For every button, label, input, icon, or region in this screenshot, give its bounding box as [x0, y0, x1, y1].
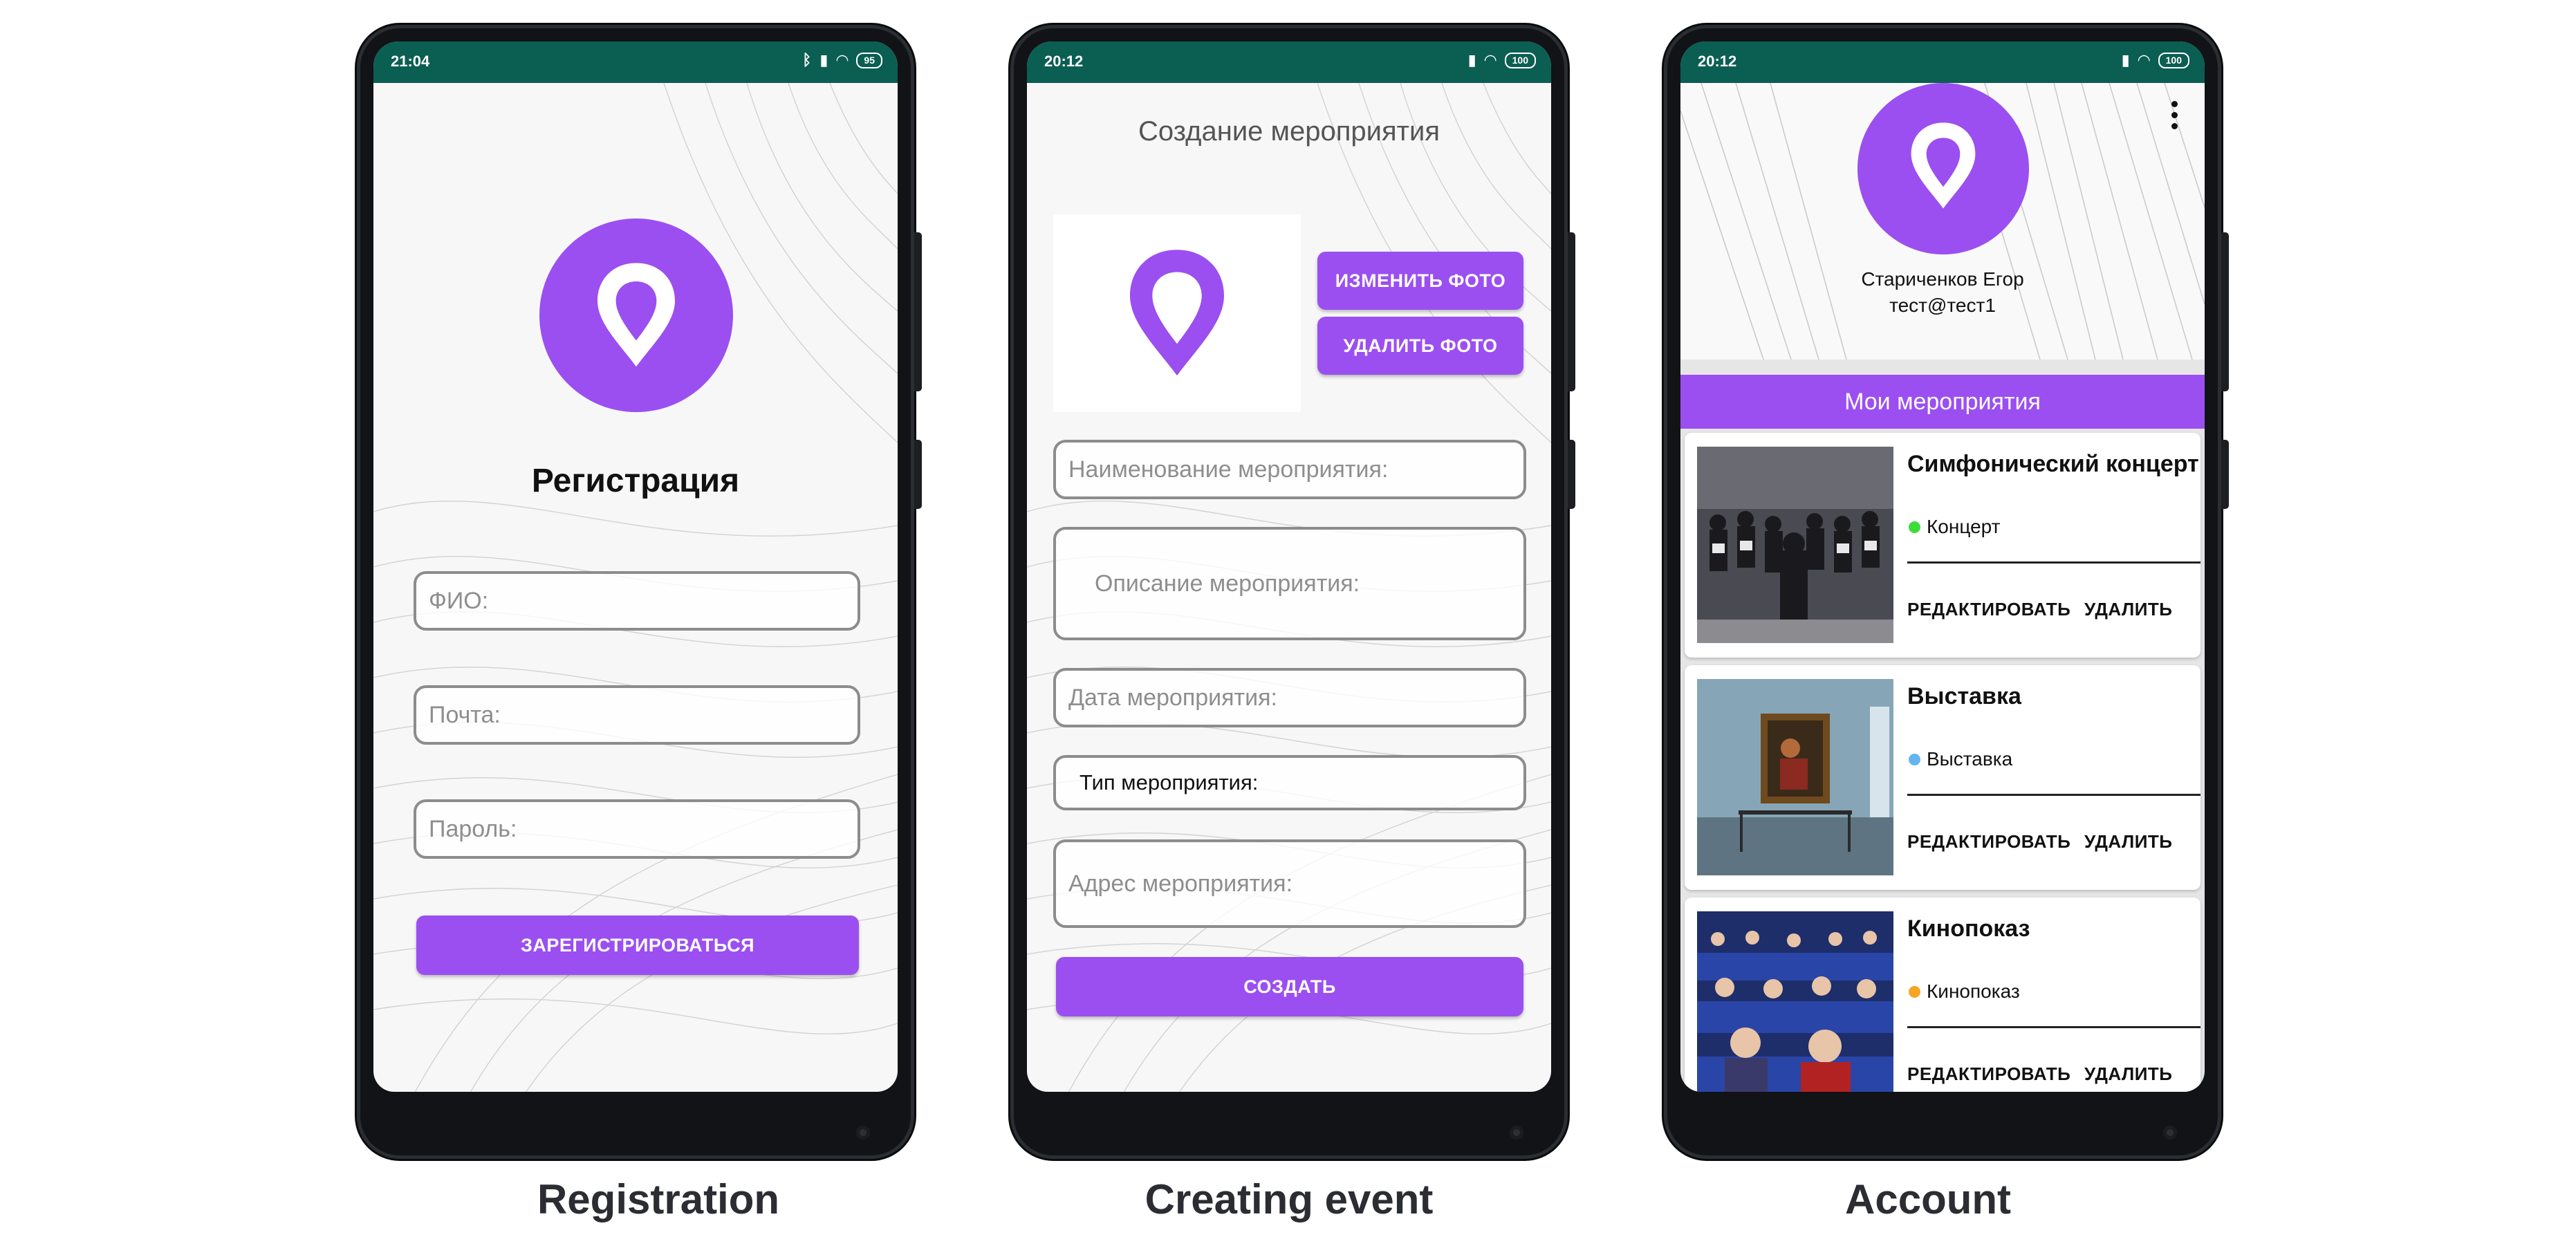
status-time: 20:12 — [1044, 53, 1084, 70]
camera-icon — [1510, 1126, 1523, 1140]
page-title: Создание мероприятия — [1138, 116, 1440, 147]
camera-icon — [2163, 1126, 2177, 1140]
delete-button[interactable]: УДАЛИТЬ — [2084, 831, 2172, 853]
status-time: 20:12 — [1698, 53, 1737, 70]
wifi-icon: ◠ — [836, 51, 849, 68]
phone-side-button — [914, 232, 922, 391]
delete-button[interactable]: УДАЛИТЬ — [2084, 599, 2172, 620]
battery-icon: 100 — [1504, 52, 1536, 68]
phone-account: Стариченков Егор тест@тест1 Мои мероприя… — [1664, 25, 2229, 1159]
event-type-dot — [1909, 754, 1920, 765]
divider — [1907, 1026, 2200, 1028]
phone-create-event: 20:12 ▮ ◠ 100 Создание мероприятия ИЗМЕН… — [1010, 25, 1575, 1159]
phone-side-button — [914, 440, 922, 509]
create-button[interactable]: СОЗДАТЬ — [1056, 957, 1523, 1016]
event-date-field[interactable]: Дата мероприятия: — [1053, 668, 1526, 727]
event-card[interactable]: Симфонический концерт Концерт РЕДАКТИРОВ… — [1685, 433, 2200, 658]
camera-icon — [856, 1126, 870, 1140]
user-name: Стариченков Егор — [1861, 268, 2024, 290]
event-card[interactable]: Выставка Выставка РЕДАКТИРОВАТЬ УДАЛИТЬ — [1685, 665, 2200, 890]
more-options-icon[interactable] — [2171, 101, 2178, 136]
phone-side-button — [1568, 440, 1575, 509]
caption-account: Account — [1845, 1176, 2011, 1222]
event-photo[interactable] — [1053, 214, 1301, 412]
battery-icon: 100 — [2158, 52, 2189, 68]
phone-side-button — [2221, 232, 2229, 391]
signal-icon: ▮ — [1467, 51, 1476, 68]
registration-screen: 21:04 ᛒ ▮ ◠ 95 Регистрация ФИО: Почта: П… — [373, 41, 898, 1092]
phone-side-button — [1568, 232, 1575, 391]
event-type: Концерт — [1927, 516, 2001, 537]
app-logo — [539, 218, 733, 412]
profile-header: Стариченков Егор тест@тест1 — [1680, 83, 2205, 360]
event-name-field[interactable]: Наименование мероприятия: — [1053, 440, 1526, 499]
caption-registration: Registration — [537, 1176, 780, 1222]
location-pin-icon — [1118, 241, 1236, 386]
event-type: Выставка — [1927, 748, 2013, 770]
battery-icon: 95 — [856, 52, 882, 68]
signal-icon: ▮ — [819, 51, 828, 68]
divider — [1907, 794, 2200, 796]
email-field[interactable]: Почта: — [414, 685, 860, 745]
status-bar: 20:12 ▮ ◠ 100 — [1027, 41, 1551, 83]
edit-button[interactable]: РЕДАКТИРОВАТЬ — [1907, 599, 2070, 620]
event-description-field[interactable]: Описание мероприятия: — [1053, 527, 1526, 640]
location-pin-icon — [1903, 118, 1983, 214]
event-type-select[interactable]: Тип мероприятия: — [1053, 755, 1526, 810]
change-photo-button[interactable]: ИЗМЕНИТЬ ФОТО — [1317, 252, 1523, 310]
account-screen: Стариченков Егор тест@тест1 Мои мероприя… — [1680, 41, 2205, 1092]
divider — [1907, 561, 2200, 564]
bluetooth-icon: ᛒ — [802, 51, 812, 68]
phone-side-button — [2221, 440, 2229, 509]
status-bar: 20:12 ▮ ◠ 100 — [1680, 41, 2205, 83]
wifi-icon: ◠ — [2138, 51, 2150, 68]
event-title: Кинопоказ — [1907, 915, 2030, 942]
password-field[interactable]: Пароль: — [414, 799, 860, 859]
phone-registration: 21:04 ᛒ ▮ ◠ 95 Регистрация ФИО: Почта: П… — [357, 25, 922, 1159]
edit-button[interactable]: РЕДАКТИРОВАТЬ — [1907, 1063, 2070, 1085]
signal-icon: ▮ — [2121, 51, 2130, 68]
caption-create-event: Creating event — [1145, 1176, 1434, 1222]
event-type-dot — [1909, 986, 1920, 998]
delete-button[interactable]: УДАЛИТЬ — [2084, 1063, 2172, 1085]
event-title: Симфонический концерт — [1907, 451, 2199, 477]
cinema-audience-photo — [1697, 911, 1893, 1092]
section-header: Мои мероприятия — [1680, 375, 2205, 429]
page-title: Регистрация — [531, 463, 740, 499]
status-time: 21:04 — [391, 53, 430, 70]
event-type-dot — [1909, 521, 1920, 533]
location-pin-icon — [588, 257, 685, 373]
event-address-field[interactable]: Адрес мероприятия: — [1053, 839, 1526, 928]
user-email: тест@тест1 — [1889, 295, 1996, 316]
edit-button[interactable]: РЕДАКТИРОВАТЬ — [1907, 831, 2070, 853]
register-button[interactable]: ЗАРЕГИСТРИРОВАТЬСЯ — [416, 915, 859, 975]
delete-photo-button[interactable]: УДАЛИТЬ ФОТО — [1317, 317, 1523, 375]
avatar — [1857, 83, 2029, 254]
fio-field[interactable]: ФИО: — [414, 571, 860, 631]
wifi-icon: ◠ — [1484, 51, 1497, 68]
status-bar: 21:04 ᛒ ▮ ◠ 95 — [373, 41, 898, 83]
create-event-screen: 20:12 ▮ ◠ 100 Создание мероприятия ИЗМЕН… — [1027, 41, 1551, 1092]
event-type: Кинопоказ — [1927, 980, 2020, 1002]
painting-exhibition-photo — [1697, 679, 1893, 875]
event-title: Выставка — [1907, 683, 2021, 709]
orchestra-photo — [1697, 447, 1893, 643]
event-card[interactable]: Кинопоказ Кинопоказ РЕДАКТИРОВАТЬ УДАЛИТ… — [1685, 898, 2200, 1092]
